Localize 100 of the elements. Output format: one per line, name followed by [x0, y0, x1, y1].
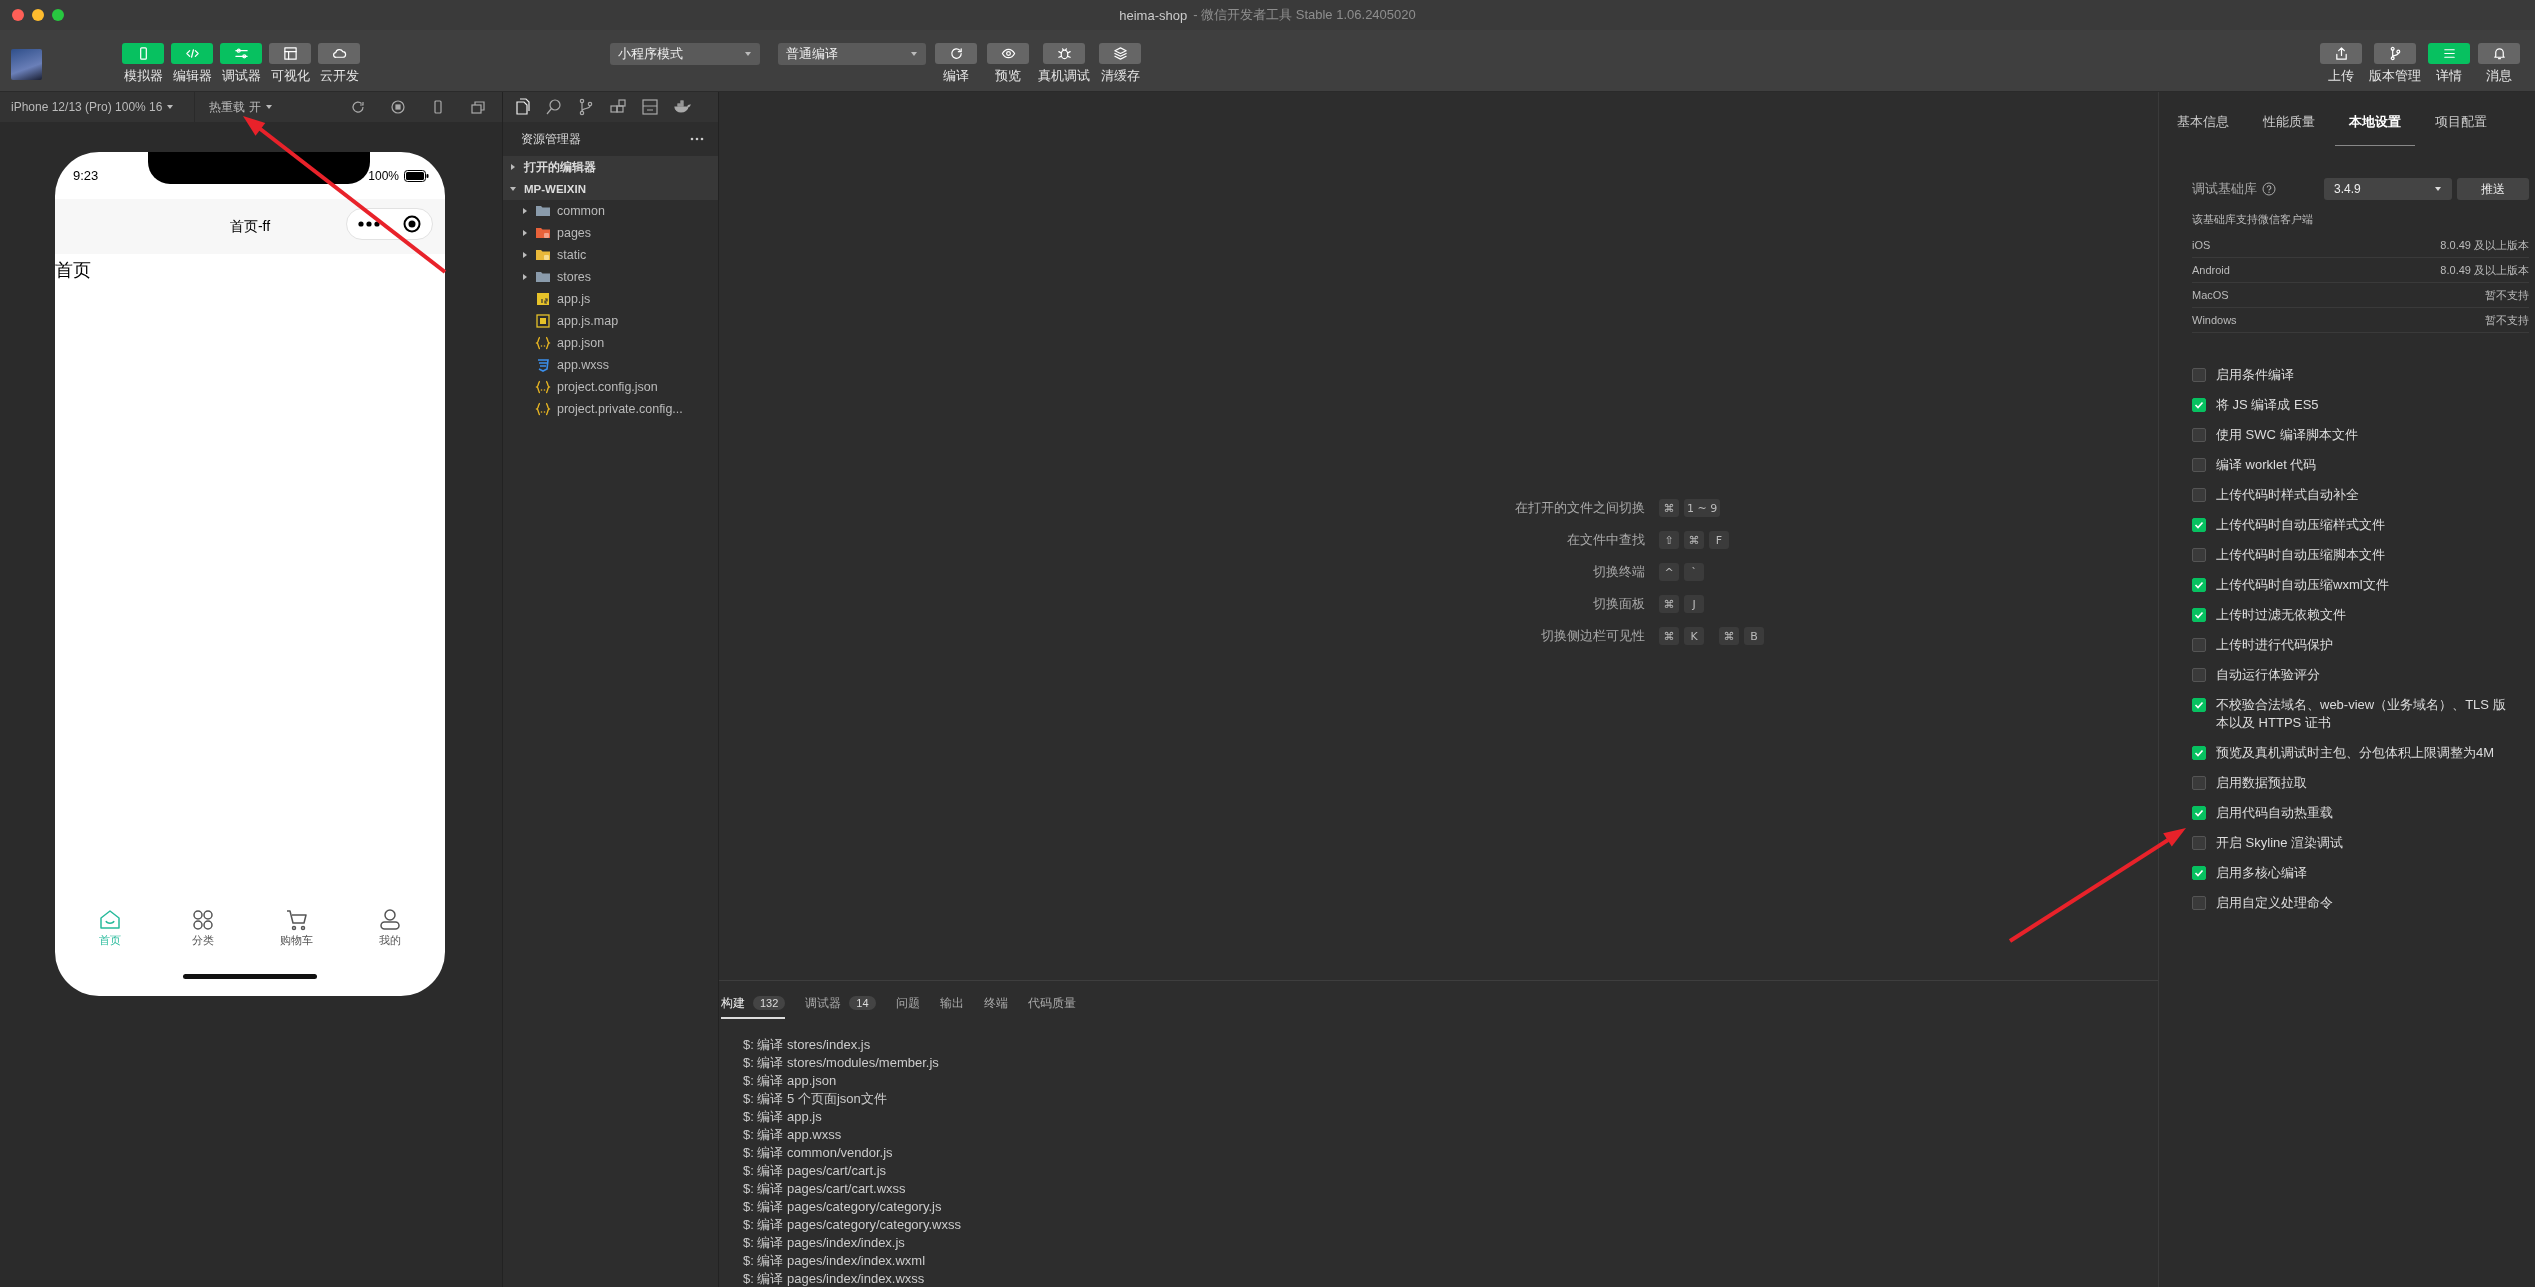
window-close-button[interactable] [12, 9, 24, 21]
checkbox[interactable] [2192, 668, 2206, 682]
target-icon[interactable] [402, 215, 421, 233]
file-tree-item[interactable]: stores [503, 266, 718, 288]
toolbar-button[interactable]: 模拟器 [121, 43, 165, 85]
tab-bar-item[interactable]: 分类 [168, 907, 239, 949]
toolbar-button[interactable]: 预览 [986, 43, 1030, 85]
file-tree-item[interactable]: static [503, 244, 718, 266]
checkbox[interactable] [2192, 518, 2206, 532]
checkbox[interactable] [2192, 548, 2206, 562]
checkbox[interactable] [2192, 368, 2206, 382]
explorer-section[interactable]: 打开的编辑器 [503, 156, 718, 178]
window-zoom-button[interactable] [52, 9, 64, 21]
file-tree-item[interactable]: project.config.json [503, 376, 718, 398]
details-tab[interactable]: 本地设置 [2335, 113, 2415, 146]
key-cap: ⌘ [1719, 627, 1739, 645]
log-line: $: 编译 stores/modules/member.js [743, 1054, 940, 1072]
caret-icon [521, 273, 529, 281]
page-title: 首页-ff [229, 217, 271, 236]
capsule-menu[interactable] [346, 208, 433, 240]
toolbar-button[interactable]: 可视化 [268, 43, 312, 85]
log-line: $: 编译 app.wxss [743, 1126, 843, 1144]
console-tab[interactable]: 构建 132 [721, 993, 786, 1019]
checkbox[interactable] [2192, 488, 2206, 502]
refresh-icon[interactable] [350, 99, 366, 115]
checkbox[interactable] [2192, 458, 2206, 472]
checkbox[interactable] [2192, 578, 2206, 592]
toolbar-button[interactable]: 调试器 [219, 43, 263, 85]
toolbar-button[interactable]: 真机调试 [1038, 43, 1090, 85]
toolbar-button[interactable]: 详情 [2427, 43, 2471, 85]
key-cap: B [1744, 627, 1764, 645]
cart-icon [284, 908, 309, 932]
file-tree-item[interactable]: app.wxss [503, 354, 718, 376]
explorer-section[interactable]: MP-WEIXIN [503, 178, 718, 200]
option-label: 上传代码时自动压缩样式文件 [2216, 516, 2385, 534]
version-requirement: 8.0.49 及以上版本 [2440, 262, 2529, 278]
console-tab[interactable]: 调试器 14 [805, 993, 876, 1019]
layers-icon [1099, 43, 1141, 64]
checkbox[interactable] [2192, 638, 2206, 652]
search-icon[interactable] [545, 98, 563, 116]
option-label: 开启 Skyline 渲染调试 [2216, 834, 2344, 852]
battery-icon [404, 169, 429, 182]
checkbox[interactable] [2192, 776, 2206, 790]
window-minimize-button[interactable] [32, 9, 44, 21]
folder-icon [535, 225, 551, 241]
push-button[interactable]: 推送 [2457, 178, 2529, 200]
checkbox[interactable] [2192, 866, 2206, 880]
tab-bar-item[interactable]: 我的 [355, 907, 426, 949]
console-tab[interactable]: 输出 [939, 993, 964, 1019]
checkbox[interactable] [2192, 428, 2206, 442]
more-icon[interactable] [690, 137, 704, 141]
toolbar-button[interactable]: 编译 [934, 43, 978, 85]
toolbar-button[interactable]: 云开发 [317, 43, 361, 85]
caret-icon [521, 251, 529, 259]
toolbar-button[interactable]: 清缓存 [1098, 43, 1142, 85]
avatar-image[interactable] [11, 49, 42, 80]
branch-icon[interactable] [577, 98, 595, 116]
stop-icon[interactable] [390, 99, 406, 115]
checkbox[interactable] [2192, 896, 2206, 910]
details-tab[interactable]: 项目配置 [2421, 113, 2501, 146]
check-icon [2194, 610, 2204, 620]
file-tree-item[interactable]: project.private.config... [503, 398, 718, 420]
files-icon[interactable] [513, 98, 531, 116]
toolbar-button[interactable]: 编辑器 [170, 43, 214, 85]
option-label: 上传时进行代码保护 [2216, 636, 2333, 654]
file-tree-item[interactable]: pages [503, 222, 718, 244]
file-tree-item[interactable]: app.js.map [503, 310, 718, 332]
checkbox[interactable] [2192, 608, 2206, 622]
compile-dropdown[interactable]: 普通编译 [778, 43, 926, 65]
mode-dropdown[interactable]: 小程序模式 [610, 43, 760, 65]
log-line: $: 编译 app.js [743, 1108, 823, 1126]
panel-icon[interactable] [641, 98, 659, 116]
toolbar-button[interactable]: 上传 [2319, 43, 2363, 85]
checkbox[interactable] [2192, 746, 2206, 760]
version-dropdown[interactable]: 3.4.9 [2324, 178, 2452, 200]
option-label: 预览及真机调试时主包、分包体积上限调整为4M [2216, 744, 2495, 762]
more-icon[interactable] [358, 221, 381, 227]
file-tree-item[interactable]: app.js [503, 288, 718, 310]
toolbar-button[interactable]: 版本管理 [2369, 43, 2421, 85]
windows-icon[interactable] [470, 99, 486, 115]
checkbox[interactable] [2192, 806, 2206, 820]
count-badge: 14 [849, 996, 876, 1010]
device-dropdown[interactable]: iPhone 12/13 (Pro) 100% 16 [11, 92, 181, 122]
tab-bar-item[interactable]: 购物车 [261, 907, 332, 949]
checkbox[interactable] [2192, 836, 2206, 850]
whale-icon[interactable] [673, 98, 691, 116]
checkbox[interactable] [2192, 698, 2206, 712]
file-icon [535, 313, 551, 329]
help-icon[interactable] [2262, 182, 2276, 196]
console-tab[interactable]: 问题 [895, 993, 920, 1019]
console-tab[interactable]: 终端 [983, 993, 1008, 1019]
file-tree-item[interactable]: app.json [503, 332, 718, 354]
details-tab[interactable]: 性能质量 [2249, 113, 2329, 146]
details-tab[interactable]: 基本信息 [2177, 113, 2243, 146]
blocks-icon[interactable] [609, 98, 627, 116]
house-icon [97, 908, 122, 932]
file-tree-item[interactable]: common [503, 200, 718, 222]
checkbox[interactable] [2192, 398, 2206, 412]
toolbar-button[interactable]: 消息 [2477, 43, 2521, 85]
console-tab[interactable]: 代码质量 [1027, 993, 1076, 1019]
